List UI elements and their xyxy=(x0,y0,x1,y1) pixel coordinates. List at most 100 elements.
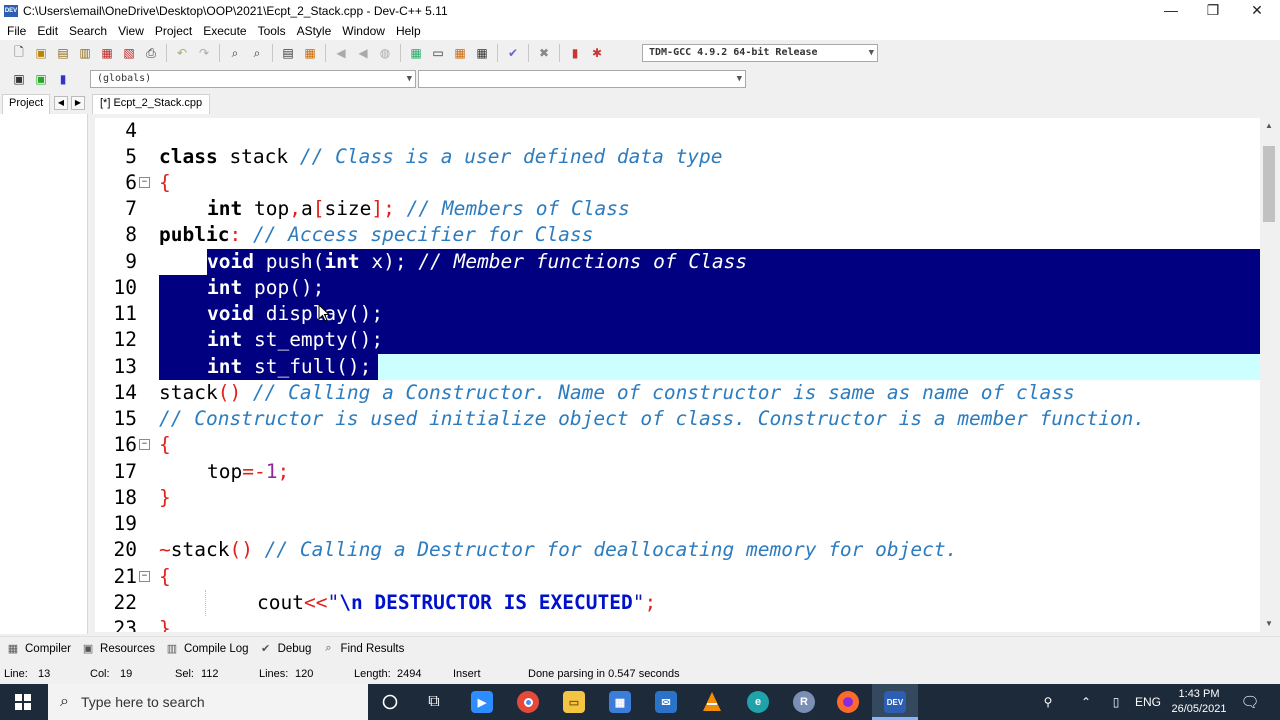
bottom-panel-tabs: ▦ Compiler ▣ Resources ▥ Compile Log ✔ Debug… xyxy=(0,636,1280,660)
code-text: int st_empty(); xyxy=(207,327,383,353)
close-file-icon[interactable]: ▦ xyxy=(98,44,116,62)
keyword: void xyxy=(207,250,254,273)
menu-project[interactable]: Project xyxy=(151,24,196,38)
menu-bar: File Edit Search View Project Execute To… xyxy=(0,22,1280,40)
vlc-app-icon[interactable] xyxy=(690,684,734,720)
open-icon[interactable]: ▣ xyxy=(32,44,50,62)
chart-icon[interactable]: ▮ xyxy=(566,44,584,62)
back-icon[interactable]: ◀ xyxy=(332,44,350,62)
tab-debug[interactable]: ✔ Debug xyxy=(259,642,316,656)
edge-app-icon[interactable]: e xyxy=(736,684,780,720)
menu-search[interactable]: Search xyxy=(65,24,111,38)
fold-minus-icon[interactable]: − xyxy=(139,439,150,450)
keyword: class xyxy=(159,145,218,168)
scroll-up-icon[interactable]: ▲ xyxy=(1260,118,1278,134)
menu-view[interactable]: View xyxy=(114,24,148,38)
taskbar-search-box[interactable]: ⌕ Type here to search xyxy=(48,684,368,720)
identifier: top xyxy=(242,197,290,220)
bookmark-icon[interactable]: ▮ xyxy=(54,70,72,88)
scroll-down-icon[interactable]: ▼ xyxy=(1260,616,1278,632)
store-app-icon[interactable]: ▦ xyxy=(598,684,642,720)
globals-select[interactable]: (globals) ▼ xyxy=(90,70,416,88)
operator: () xyxy=(229,538,253,561)
firefox-app-icon[interactable] xyxy=(826,684,870,720)
chevron-down-icon: ▼ xyxy=(736,74,742,84)
compiler-select[interactable]: TDM-GCC 4.9.2 64-bit Release ▼ xyxy=(642,44,878,62)
tab-compiler[interactable]: ▦ Compiler xyxy=(6,642,75,656)
line-number: 13 xyxy=(113,355,137,378)
r-app-icon[interactable]: R xyxy=(782,684,826,720)
compile-icon[interactable]: ▦ xyxy=(407,44,425,62)
debug-icon[interactable]: ✱ xyxy=(588,44,606,62)
run-icon[interactable]: ▭ xyxy=(429,44,447,62)
find-icon[interactable]: ⌕ xyxy=(226,44,244,62)
menu-execute[interactable]: Execute xyxy=(199,24,250,38)
window-title: C:\Users\email\OneDrive\Desktop\OOP\2021… xyxy=(23,4,448,18)
status-length-value: 2494 xyxy=(397,668,422,680)
indent-icon[interactable]: ▤ xyxy=(279,44,297,62)
menu-window[interactable]: Window xyxy=(338,24,389,38)
line-number: 6 xyxy=(125,171,137,194)
close-button[interactable]: ✕ xyxy=(1236,0,1278,22)
taskbar-clock[interactable]: 1:43 PM 26/05/2021 xyxy=(1168,687,1230,717)
editor-scrollbar[interactable]: ▲ ▼ xyxy=(1260,118,1278,632)
language-indicator[interactable]: ENG xyxy=(1134,684,1162,720)
undo-icon[interactable]: ↶ xyxy=(173,44,191,62)
code-line: 13 int st_full(); xyxy=(95,354,1260,380)
tab-project[interactable]: Project xyxy=(2,94,51,114)
scrollbar-thumb[interactable] xyxy=(1263,146,1275,222)
chevron-up-icon[interactable]: ⌃ xyxy=(1074,684,1098,720)
rebuild-icon[interactable]: ▦ xyxy=(473,44,491,62)
fold-minus-icon[interactable]: − xyxy=(139,177,150,188)
stop-icon[interactable]: ◍ xyxy=(376,44,394,62)
code-line: 21 − { xyxy=(95,564,1260,590)
compile-run-icon[interactable]: ▦ xyxy=(451,44,469,62)
replace-icon[interactable]: ⌕ xyxy=(248,44,266,62)
member-select[interactable]: ▼ xyxy=(418,70,746,88)
tab-scroll-left-icon[interactable]: ◀ xyxy=(54,96,68,110)
code-text: public: // Access specifier for Class xyxy=(159,222,593,248)
code-editor[interactable]: 4 5 class stack // Class is a user defin… xyxy=(95,118,1260,632)
notification-icon[interactable]: 🗨 xyxy=(1236,684,1264,720)
delete-icon[interactable]: ✖ xyxy=(535,44,553,62)
task-view-icon[interactable]: ⧉ xyxy=(414,684,454,720)
code-line: 4 xyxy=(95,118,1260,144)
new-file-icon[interactable]: 🗋 xyxy=(10,44,28,62)
menu-edit[interactable]: Edit xyxy=(33,24,62,38)
windows-start-icon[interactable] xyxy=(0,684,46,720)
save-icon[interactable]: ▤ xyxy=(54,44,72,62)
save-all-icon[interactable]: ▥ xyxy=(76,44,94,62)
menu-help[interactable]: Help xyxy=(392,24,425,38)
mail-app-icon[interactable]: ✉ xyxy=(644,684,688,720)
print-icon[interactable]: ⎙ xyxy=(142,44,160,62)
tab-find-results[interactable]: ⌕ Find Results xyxy=(321,642,408,656)
keyword: int xyxy=(324,250,360,273)
goto-icon[interactable]: ▦ xyxy=(301,44,319,62)
zoom-app-icon[interactable]: ▶ xyxy=(460,684,504,720)
forward-icon[interactable]: ◀ xyxy=(354,44,372,62)
chrome-app-icon[interactable] xyxy=(506,684,550,720)
people-icon[interactable]: ⚲ xyxy=(1036,684,1060,720)
find-icon: ⌕ xyxy=(325,642,332,654)
check-syntax-icon[interactable]: ✔ xyxy=(504,44,522,62)
restore-button[interactable]: ❐ xyxy=(1192,0,1234,22)
tab-scroll-right-icon[interactable]: ▶ xyxy=(71,96,85,110)
file-explorer-icon[interactable]: ▭ xyxy=(552,684,596,720)
devcpp-taskbar-icon[interactable]: DEV xyxy=(872,684,918,720)
minimize-button[interactable]: — xyxy=(1150,0,1192,22)
menu-tools[interactable]: Tools xyxy=(254,24,290,38)
redo-icon[interactable]: ↷ xyxy=(195,44,213,62)
tab-compile-log[interactable]: ▥ Compile Log xyxy=(165,642,253,656)
menu-file[interactable]: File xyxy=(3,24,30,38)
class-add-icon[interactable]: ▣ xyxy=(32,70,50,88)
cortana-icon[interactable] xyxy=(370,684,410,720)
close-all-icon[interactable]: ▧ xyxy=(120,44,138,62)
menu-astyle[interactable]: AStyle xyxy=(293,24,336,38)
class-insert-icon[interactable]: ▣ xyxy=(10,70,28,88)
project-panel[interactable] xyxy=(0,114,88,634)
network-icon[interactable]: ▯ xyxy=(1104,684,1128,720)
tab-ecpt-2-stack[interactable]: [*] Ecpt_2_Stack.cpp xyxy=(92,94,211,114)
tab-resources[interactable]: ▣ Resources xyxy=(81,642,159,656)
fold-minus-icon[interactable]: − xyxy=(139,571,150,582)
code-text: // Constructor is used initialize object… xyxy=(159,406,1145,432)
